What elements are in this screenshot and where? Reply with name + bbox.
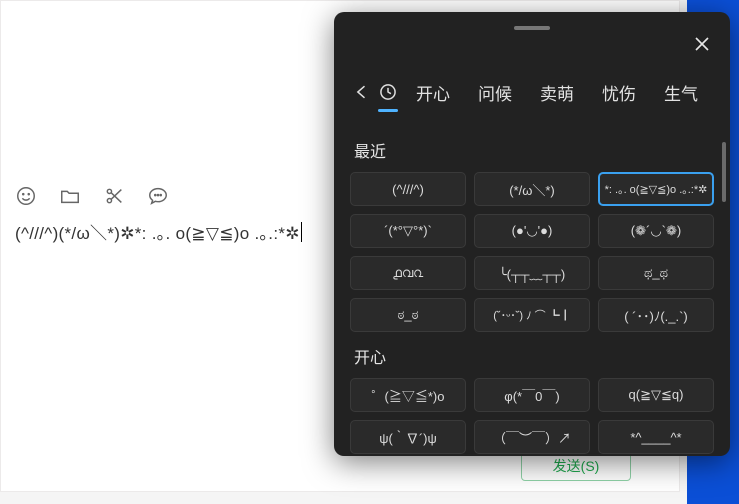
kaomoji-item[interactable]: (❁´◡`❁) bbox=[598, 214, 714, 248]
panel-drag-handle[interactable] bbox=[514, 26, 550, 30]
kaomoji-item[interactable]: (˘･ᵕ･˘) ﾉ ⌒ ┗┃ bbox=[474, 298, 590, 332]
kaomoji-item[interactable]: (●'◡'●) bbox=[474, 214, 590, 248]
tab-angry[interactable]: 生气 bbox=[650, 80, 712, 105]
kaomoji-item[interactable]: ╰(┬┬﹏┬┬) bbox=[474, 256, 590, 290]
scissors-icon[interactable] bbox=[103, 185, 125, 212]
tab-recent[interactable] bbox=[374, 82, 402, 102]
section-title-happy: 开心 bbox=[354, 344, 714, 368]
section-title-recent: 最近 bbox=[354, 138, 714, 162]
text-caret bbox=[301, 222, 302, 242]
folder-icon[interactable] bbox=[59, 185, 81, 212]
kaomoji-item[interactable]: ಠ_ಠ bbox=[350, 298, 466, 332]
emoji-icon[interactable] bbox=[15, 185, 37, 212]
tab-greet[interactable]: 问候 bbox=[464, 80, 526, 105]
kaomoji-item[interactable]: (^///^) bbox=[350, 172, 466, 206]
recent-grid: (^///^) (*/ω＼*) *: .｡. o(≧▽≦)o .｡.:*✲ ´(… bbox=[350, 172, 714, 332]
kaomoji-item[interactable]: ψ(｀∇´)ψ bbox=[350, 420, 466, 454]
kaomoji-item[interactable]: φ(*￣0￣) bbox=[474, 378, 590, 412]
close-button[interactable] bbox=[688, 30, 716, 58]
chat-icon[interactable] bbox=[147, 185, 169, 212]
happy-grid: ゜(≧▽≦*)o φ(*￣0￣) q(≧▽≦q) ψ(｀∇´)ψ （￣︶￣）↗ … bbox=[350, 378, 714, 454]
kaomoji-panel: 开心 问候 卖萌 忧伤 生气 最近 (^///^) (*/ω＼*) *: .｡.… bbox=[334, 12, 730, 456]
kaomoji-item[interactable]: ´(*°▽°*)` bbox=[350, 214, 466, 248]
panel-tabs: 开心 问候 卖萌 忧伤 生气 bbox=[334, 70, 730, 114]
kaomoji-item[interactable]: ゜(≧▽≦*)o bbox=[350, 378, 466, 412]
compose-toolbar bbox=[15, 185, 169, 212]
kaomoji-item[interactable]: *: .｡. o(≧▽≦)o .｡.:*✲ bbox=[598, 172, 714, 206]
kaomoji-item[interactable]: ಥ_ಥ bbox=[598, 256, 714, 290]
tab-happy[interactable]: 开心 bbox=[402, 80, 464, 105]
kaomoji-item[interactable]: （￣︶￣）↗ bbox=[474, 420, 590, 454]
back-button[interactable] bbox=[352, 82, 374, 102]
kaomoji-item[interactable]: *^____^* bbox=[598, 420, 714, 454]
kaomoji-item[interactable]: ൧വ൨ bbox=[350, 256, 466, 290]
panel-scrollbar[interactable] bbox=[722, 142, 726, 202]
panel-body: 最近 (^///^) (*/ω＼*) *: .｡. o(≧▽≦)o .｡.:*✲… bbox=[334, 126, 730, 456]
kaomoji-item[interactable]: q(≧▽≦q) bbox=[598, 378, 714, 412]
message-input-text: (^///^)(*/ω＼*)✲*: .｡. o(≧▽≦)o .｡.:*✲ bbox=[15, 224, 300, 243]
kaomoji-item[interactable]: ( ´･･)ﾉ(._.`) bbox=[598, 298, 714, 332]
kaomoji-item[interactable]: (*/ω＼*) bbox=[474, 172, 590, 206]
tab-sad[interactable]: 忧伤 bbox=[588, 80, 650, 105]
tab-cute[interactable]: 卖萌 bbox=[526, 80, 588, 105]
